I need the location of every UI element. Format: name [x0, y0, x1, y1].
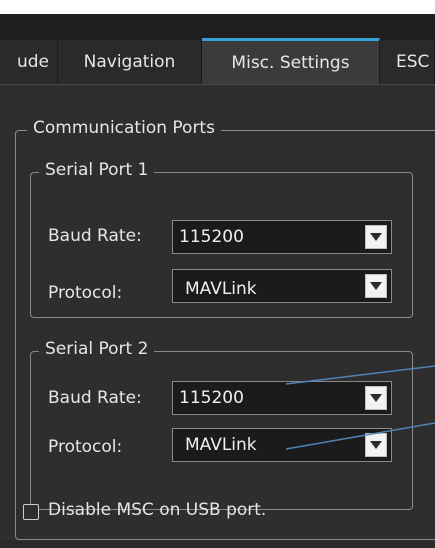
title-bar	[0, 14, 435, 40]
tab-navigation[interactable]: Navigation	[58, 40, 202, 84]
communication-ports-title: Communication Ports	[27, 118, 221, 138]
top-strip	[0, 0, 435, 14]
disable-msc-label[interactable]: Disable MSC on USB port.	[48, 500, 266, 520]
tab-esc[interactable]: ESC	[380, 40, 435, 84]
chevron-down-icon[interactable]	[365, 274, 387, 298]
serial2-baud-label: Baud Rate:	[48, 388, 142, 408]
serial2-protocol-label: Protocol:	[48, 437, 123, 457]
chevron-down-icon[interactable]	[365, 386, 387, 410]
tab-attitude[interactable]: ude	[0, 40, 58, 84]
serial2-baud-select[interactable]: 115200	[172, 381, 392, 415]
serial1-baud-select[interactable]: 115200	[172, 220, 392, 254]
serial1-protocol-select[interactable]: MAVLink	[172, 269, 392, 303]
chevron-down-icon[interactable]	[365, 225, 387, 249]
serial1-protocol-value: MAVLink	[185, 279, 257, 299]
serial2-protocol-select[interactable]: MAVLink	[172, 428, 392, 462]
chevron-down-icon[interactable]	[365, 433, 387, 457]
bottom-strip	[0, 541, 435, 547]
tab-bar: ude Navigation Misc. Settings ESC	[0, 38, 435, 84]
serial1-baud-label: Baud Rate:	[48, 226, 142, 246]
misc-settings-panel: Communication Ports Serial Port 1 Baud R…	[0, 84, 435, 548]
serial2-baud-value: 115200	[179, 388, 244, 408]
serial2-protocol-value: MAVLink	[185, 435, 257, 455]
serial-port-1-title: Serial Port 1	[39, 160, 155, 180]
serial1-protocol-label: Protocol:	[48, 283, 123, 303]
tab-misc-settings[interactable]: Misc. Settings	[202, 38, 380, 84]
serial1-baud-value: 115200	[179, 227, 244, 247]
disable-msc-checkbox[interactable]	[23, 504, 39, 520]
serial-port-2-title: Serial Port 2	[39, 339, 155, 359]
